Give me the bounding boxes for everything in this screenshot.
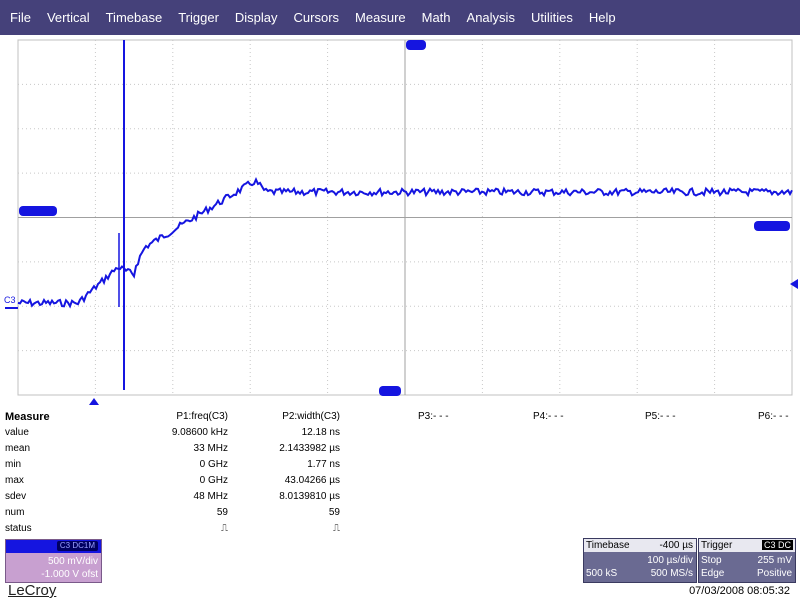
- channel-offset: -1.000 V ofst: [41, 569, 98, 580]
- waveform-display[interactable]: C3: [0, 35, 800, 405]
- trigger-level: 255 mV: [757, 555, 792, 566]
- trigger-tag: C3 DC: [761, 540, 793, 550]
- p2-max: 43.04266 µs: [284, 475, 340, 486]
- p1-num: 59: [216, 507, 228, 518]
- row-label-value: value: [5, 427, 29, 438]
- row-label-max: max: [5, 475, 24, 486]
- trigger-marker-bottom[interactable]: [379, 386, 401, 396]
- menu-vertical[interactable]: Vertical: [37, 10, 96, 25]
- timebase-title: Timebase: [586, 540, 630, 551]
- menu-cursors[interactable]: Cursors: [284, 10, 346, 25]
- trigger-mode: Stop: [701, 555, 722, 566]
- p1-max: 0 GHz: [199, 475, 228, 486]
- p1-mean: 33 MHz: [193, 443, 228, 454]
- p2-mean: 2.1433982 µs: [279, 443, 340, 454]
- c3-trace-label: C3: [4, 295, 16, 305]
- timestamp: 07/03/2008 08:05:32: [689, 585, 790, 597]
- timebase-rate: 500 MS/s: [650, 568, 693, 579]
- trigger-position-arrow[interactable]: [89, 398, 99, 405]
- trigger-slope: Positive: [756, 568, 792, 579]
- p2-num: 59: [328, 507, 340, 518]
- graticule: [17, 39, 793, 396]
- p2-header[interactable]: P2:width(C3): [250, 411, 340, 422]
- menu-trigger[interactable]: Trigger: [168, 10, 225, 25]
- menu-timebase[interactable]: Timebase: [96, 10, 169, 25]
- measure-table: Measure P1:freq(C3) P2:width(C3) P3:- - …: [0, 410, 800, 538]
- p1-header[interactable]: P1:freq(C3): [140, 411, 228, 422]
- menu-measure[interactable]: Measure: [345, 10, 412, 25]
- trigger-type: Edge: [701, 568, 725, 579]
- menu-file[interactable]: File: [0, 10, 37, 25]
- p2-min: 1.77 ns: [307, 459, 340, 470]
- p1-value: 9.08600 kHz: [171, 427, 228, 438]
- timebase-header: Timebase -400 µs: [584, 539, 696, 552]
- row-label-num: num: [5, 507, 25, 518]
- trigger-descriptor[interactable]: Trigger C3 DC Stop 255 mV Edge Positive: [698, 538, 796, 583]
- p1-sdev: 48 MHz: [193, 491, 228, 502]
- timebase-descriptor[interactable]: Timebase -400 µs 100 µs/div 500 kS 500 M…: [583, 538, 697, 583]
- channel-tag: C3 DC1M: [56, 541, 98, 551]
- lecroy-logo: LeCroy: [8, 582, 57, 599]
- p6-header[interactable]: P6:- - -: [758, 411, 789, 422]
- waveform-grid[interactable]: C3: [0, 35, 800, 405]
- menu-math[interactable]: Math: [412, 10, 457, 25]
- p2-value: 12.18 ns: [301, 427, 340, 438]
- menu-bar: File Vertical Timebase Trigger Display C…: [0, 0, 800, 35]
- row-label-sdev: sdev: [5, 491, 27, 502]
- menu-help[interactable]: Help: [579, 10, 622, 25]
- row-label-status: status: [5, 523, 32, 534]
- p1-status-icon: ⎍: [221, 523, 228, 534]
- menu-display[interactable]: Display: [225, 10, 284, 25]
- menu-utilities[interactable]: Utilities: [521, 10, 579, 25]
- p2-status-icon: ⎍: [333, 523, 340, 534]
- channel-c3-descriptor[interactable]: C3 DC1M 500 mV/div -1.000 V ofst: [5, 539, 102, 583]
- channel-vdiv: 500 mV/div: [47, 556, 98, 567]
- p5-header[interactable]: P5:- - -: [645, 411, 676, 422]
- timebase-delay: -400 µs: [659, 540, 693, 551]
- trigger-marker-top[interactable]: [406, 40, 426, 50]
- timebase-samples: 500 kS: [586, 568, 618, 579]
- p4-header[interactable]: P4:- - -: [533, 411, 564, 422]
- p2-sdev: 8.0139810 µs: [279, 491, 340, 502]
- measure-title: Measure: [5, 411, 50, 423]
- p1-min: 0 GHz: [199, 459, 228, 470]
- row-label-mean: mean: [5, 443, 31, 454]
- trigger-title: Trigger: [701, 540, 733, 551]
- channel-header: C3 DC1M: [6, 540, 101, 553]
- timebase-tdiv: 100 µs/div: [647, 555, 693, 566]
- trigger-header: Trigger C3 DC: [699, 539, 795, 552]
- trigger-level-arrow[interactable]: [790, 279, 798, 289]
- level-marker-left[interactable]: [19, 206, 57, 216]
- level-marker-right[interactable]: [754, 221, 790, 231]
- menu-analysis[interactable]: Analysis: [457, 10, 521, 25]
- p3-header[interactable]: P3:- - -: [418, 411, 449, 422]
- row-label-min: min: [5, 459, 22, 470]
